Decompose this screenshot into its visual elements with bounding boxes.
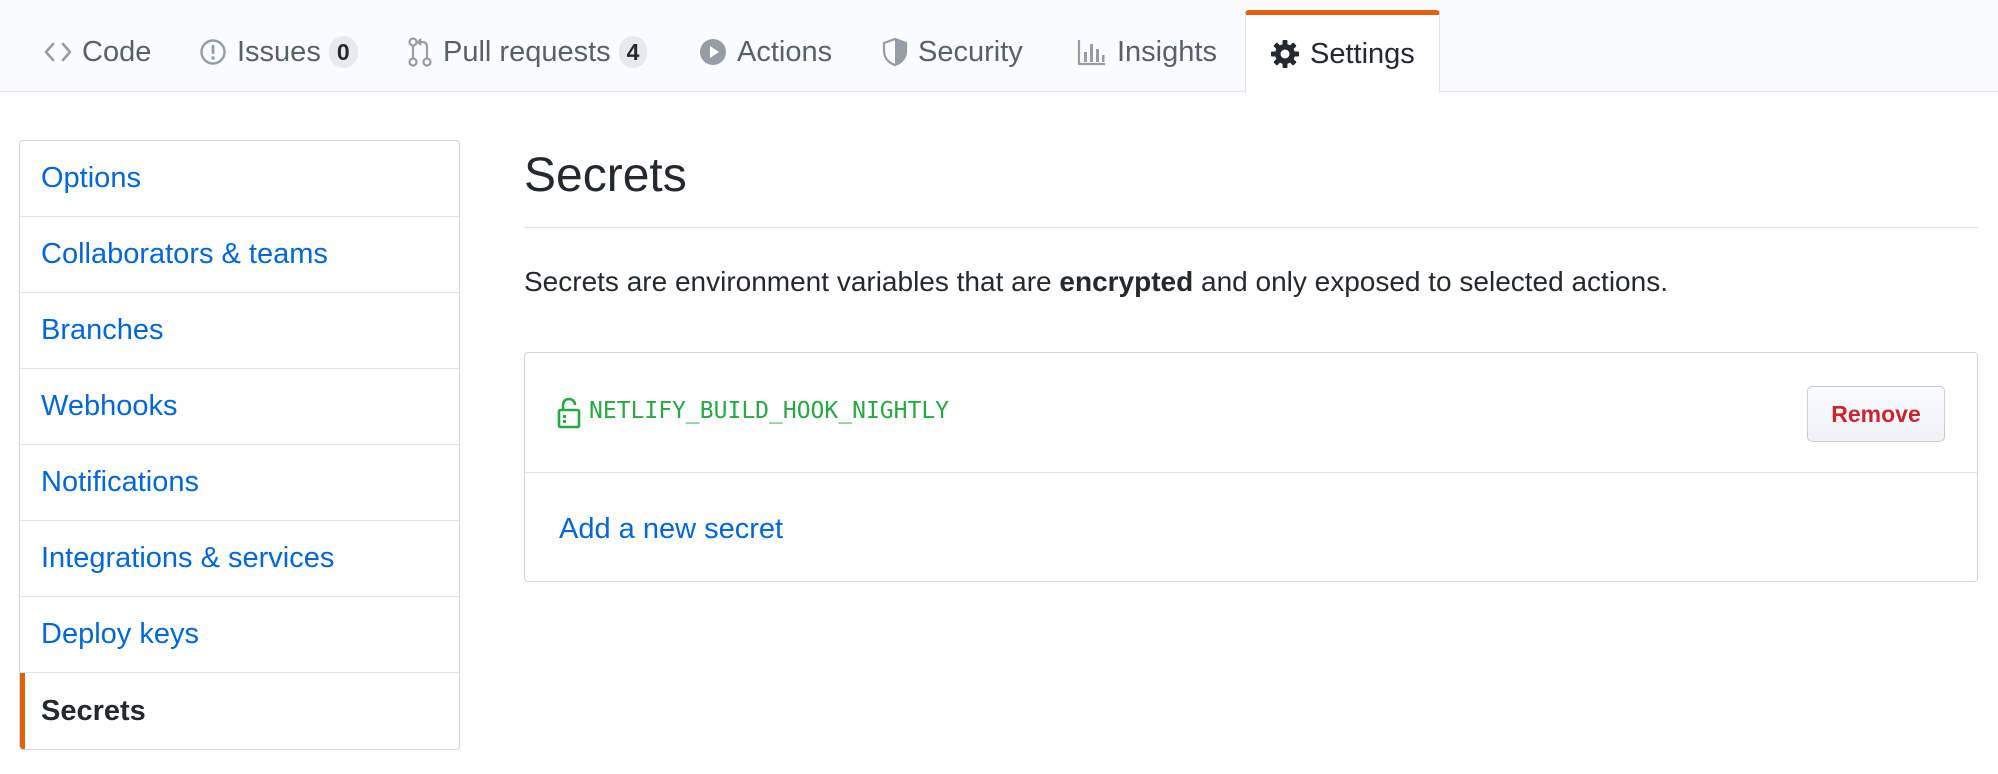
- sidebar-item-webhooks[interactable]: Webhooks: [20, 369, 459, 445]
- sidebar-item-label: Deploy keys: [41, 618, 199, 650]
- sidebar-item-deploy-keys[interactable]: Deploy keys: [20, 597, 459, 673]
- gear-icon: [1270, 39, 1300, 69]
- sidebar-item-integrations-services[interactable]: Integrations & services: [20, 521, 459, 597]
- pull-requests-count-badge: 4: [618, 36, 648, 68]
- sidebar-item-label: Webhooks: [41, 390, 178, 422]
- sidebar-item-secrets[interactable]: Secrets: [20, 673, 459, 749]
- description-emphasis: encrypted: [1059, 266, 1194, 297]
- sidebar-item-label: Branches: [41, 314, 164, 346]
- sidebar-item-options[interactable]: Options: [20, 141, 459, 217]
- description-text: Secrets are environment variables that a…: [524, 266, 1060, 297]
- page-title: Secrets: [524, 149, 687, 202]
- title-divider: [524, 227, 1978, 228]
- lock-icon: [557, 397, 581, 434]
- add-new-secret-link[interactable]: Add a new secret: [559, 513, 783, 546]
- sidebar-item-label: Integrations & services: [41, 542, 335, 574]
- sidebar-item-notifications[interactable]: Notifications: [20, 445, 459, 521]
- issue-opened-icon: [199, 38, 227, 66]
- graph-icon: [1077, 38, 1107, 66]
- sidebar-item-label: Secrets: [41, 694, 146, 727]
- sidebar-item-branches[interactable]: Branches: [20, 293, 459, 369]
- secrets-description: Secrets are environment variables that a…: [524, 266, 1668, 298]
- settings-sidebar-menu: Options Collaborators & teams Branches W…: [19, 140, 460, 750]
- description-text-end: and only exposed to selected actions.: [1193, 266, 1668, 297]
- remove-secret-button[interactable]: Remove: [1807, 386, 1945, 442]
- tab-actions[interactable]: Actions: [699, 12, 832, 92]
- tab-code-label: Code: [82, 35, 152, 68]
- sidebar-item-label: Notifications: [41, 466, 199, 498]
- tab-security[interactable]: Security: [882, 12, 1023, 92]
- tab-issues[interactable]: Issues 0: [199, 12, 358, 92]
- sidebar-item-collaborators-teams[interactable]: Collaborators & teams: [20, 217, 459, 293]
- tab-insights-label: Insights: [1117, 35, 1217, 68]
- tab-actions-label: Actions: [737, 35, 833, 68]
- tab-insights[interactable]: Insights: [1077, 12, 1217, 92]
- tab-settings-label: Settings: [1310, 37, 1415, 70]
- shield-icon: [882, 37, 908, 67]
- tab-security-label: Security: [918, 35, 1023, 68]
- tab-code[interactable]: Code: [44, 12, 151, 92]
- tab-pull-requests[interactable]: Pull requests 4: [407, 12, 648, 92]
- secret-name: NETLIFY_BUILD_HOOK_NIGHTLY: [589, 398, 950, 424]
- tab-pull-requests-label: Pull requests: [443, 35, 611, 68]
- tab-settings[interactable]: Settings: [1245, 10, 1440, 93]
- tab-issues-label: Issues: [237, 35, 321, 68]
- sidebar-item-label: Collaborators & teams: [41, 238, 328, 270]
- secret-row: NETLIFY_BUILD_HOOK_NIGHTLY Remove: [525, 353, 1977, 473]
- secrets-list-box: NETLIFY_BUILD_HOOK_NIGHTLY Remove Add a …: [524, 352, 1978, 582]
- git-pull-request-icon: [407, 36, 433, 68]
- play-icon: [699, 38, 727, 66]
- sidebar-item-label: Options: [41, 162, 141, 194]
- issues-count-badge: 0: [328, 36, 358, 68]
- code-icon: [44, 40, 72, 64]
- repo-nav-tabs: Code Issues 0 Pull requests 4 Actions Se…: [0, 0, 1998, 93]
